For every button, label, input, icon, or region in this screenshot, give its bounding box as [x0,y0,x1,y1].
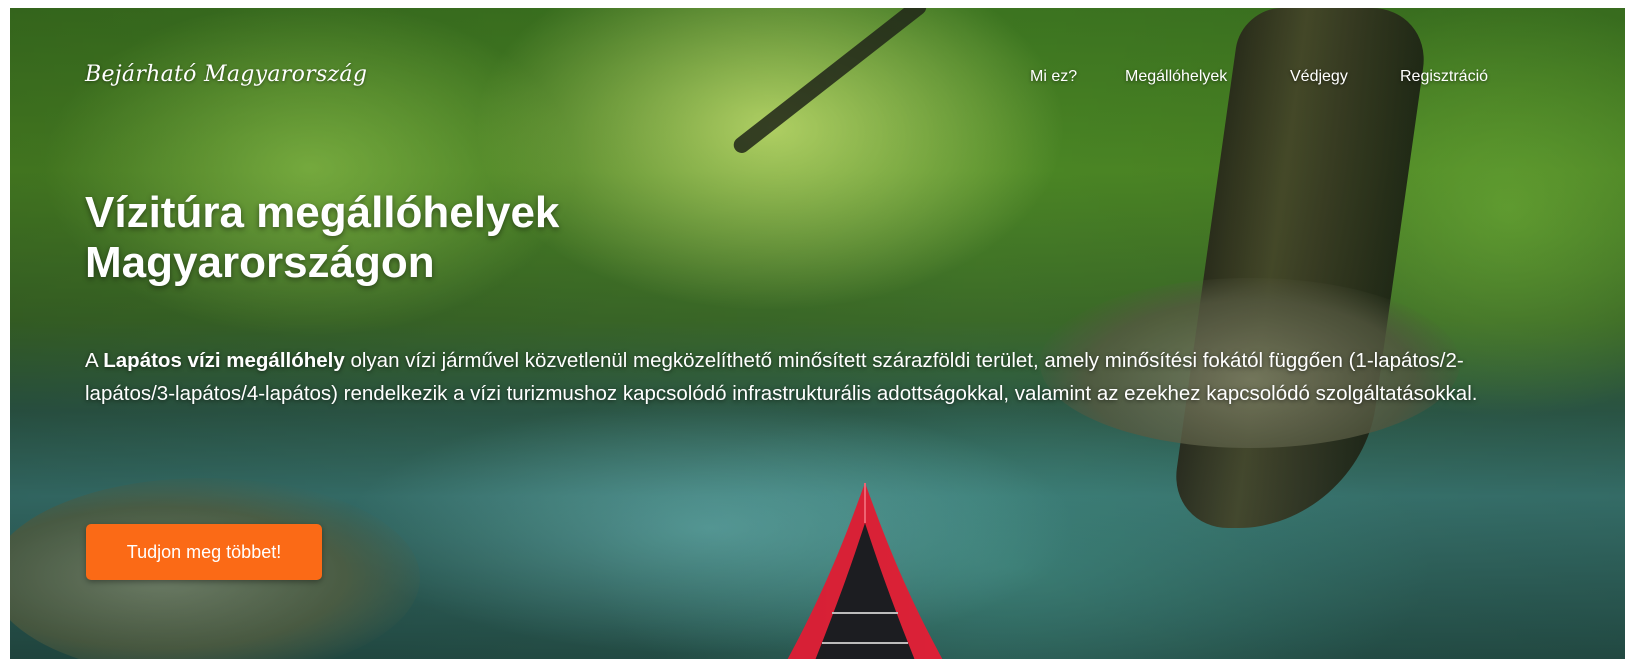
description-prefix: A [85,349,104,372]
description-bold-term: Lapátos vízi megállóhely [103,349,345,372]
hero-description: A Lapátos vízi megállóhely olyan vízi já… [85,344,1525,410]
main-nav: Mi ez? Megállóhelyek Védjegy Regisztráci… [0,68,1625,90]
nav-link-vedjegy[interactable]: Védjegy [1290,68,1348,86]
nav-link-megallohelyek[interactable]: Megállóhelyek [1125,68,1227,86]
hero-headline: Vízitúra megállóhelyek Magyarországon [85,188,560,287]
nav-link-mi-ez[interactable]: Mi ez? [1030,68,1077,86]
nav-link-regisztracio[interactable]: Regisztráció [1400,68,1488,86]
learn-more-button[interactable]: Tudjon meg többet! [86,524,322,580]
